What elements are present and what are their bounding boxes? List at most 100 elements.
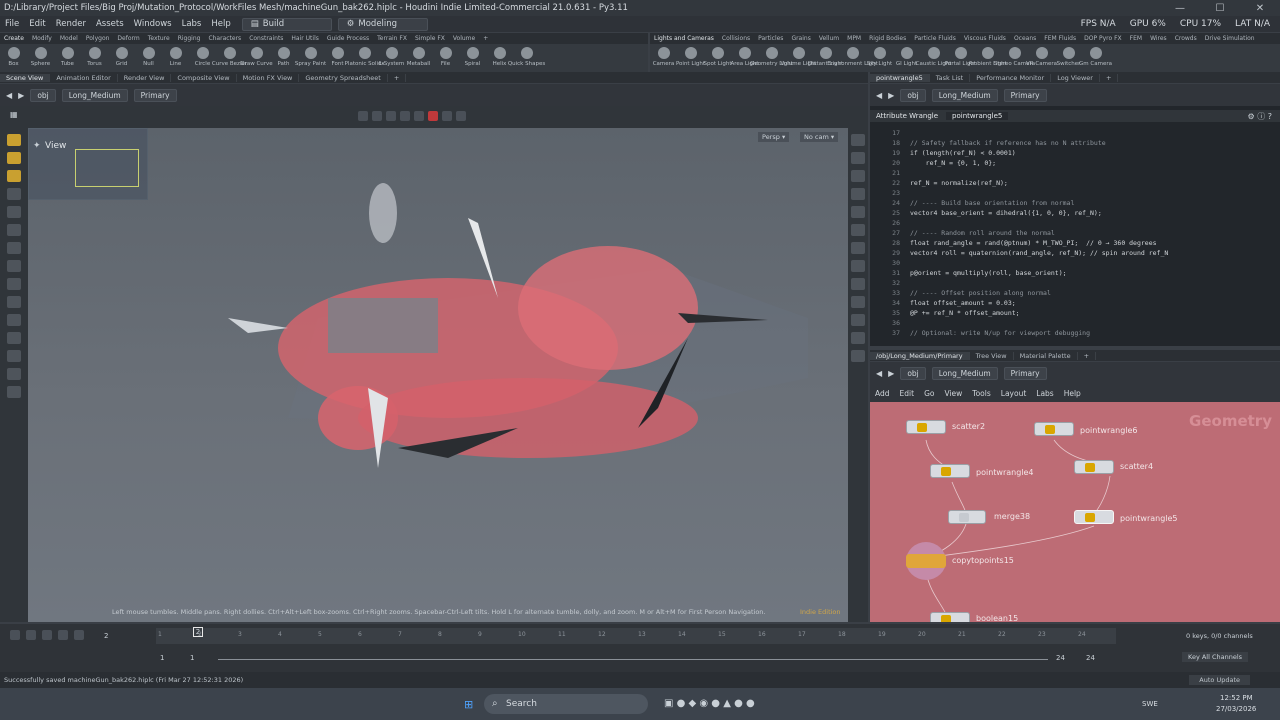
node-pointwrangle5[interactable]	[1074, 510, 1114, 524]
shelf-tab[interactable]: Terrain FX	[373, 35, 411, 42]
menu-assets[interactable]: Assets	[91, 19, 129, 29]
orbit-icon[interactable]	[7, 350, 21, 362]
node-pointwrangle6[interactable]	[1034, 422, 1074, 436]
pane-tab[interactable]: +	[388, 73, 407, 82]
shelf-tab[interactable]: Deform	[113, 35, 143, 42]
shelf-tool[interactable]: Grid	[108, 44, 135, 72]
network-menu-item[interactable]: Tools	[967, 389, 995, 398]
pane-tab[interactable]: Composite View	[171, 73, 237, 82]
network-tab[interactable]: Material Palette	[1014, 351, 1078, 360]
tool-icons[interactable]	[356, 111, 468, 123]
close-button[interactable]: ✕	[1240, 3, 1280, 14]
shelf-tab[interactable]: DOP Pyro FX	[1080, 35, 1126, 42]
current-frame[interactable]: 2	[104, 632, 108, 640]
shelf-tool[interactable]: Gm Camera	[1079, 44, 1112, 72]
network-tab[interactable]: /obj/Long_Medium/Primary	[870, 351, 970, 360]
lasso-icon[interactable]	[7, 170, 21, 182]
forward-icon[interactable]: ▶	[888, 91, 894, 100]
desktop-selector[interactable]: ▤ Build	[241, 17, 332, 31]
pane-tab[interactable]: Motion FX View	[237, 73, 300, 82]
shelf-tool[interactable]: Circle	[189, 44, 216, 72]
network-menu-item[interactable]: Labs	[1031, 389, 1058, 398]
node-pointwrangle4[interactable]	[930, 464, 970, 478]
record-icon[interactable]	[428, 111, 438, 121]
pane-tab[interactable]: Log Viewer	[1051, 73, 1100, 82]
path-obj[interactable]: obj	[900, 88, 926, 102]
camera-icon[interactable]	[456, 111, 466, 121]
network-menu-item[interactable]: Help	[1059, 389, 1086, 398]
shelf-tool[interactable]: Distant Light	[808, 44, 843, 72]
path-geo[interactable]: Long_Medium	[931, 88, 998, 102]
shelf-tool[interactable]: Font	[324, 44, 351, 72]
shelf-tab[interactable]: Grains	[787, 35, 814, 42]
shelf-tool[interactable]: VR Camera	[1026, 44, 1057, 72]
shelf-tab[interactable]: Rigging	[174, 35, 205, 42]
network-menu-item[interactable]: Go	[919, 389, 939, 398]
context-selector[interactable]: ⚙ Modeling	[337, 17, 428, 31]
shelf-tab[interactable]: MPM	[843, 35, 865, 42]
network-tab[interactable]: Tree View	[970, 351, 1014, 360]
shelf-tool[interactable]: Ambient Light	[968, 44, 1007, 72]
shelf-tool[interactable]: L-System	[378, 44, 405, 72]
pane-tab[interactable]: Geometry Spreadsheet	[299, 73, 388, 82]
select-group-icon[interactable]	[7, 152, 21, 164]
shading-icon[interactable]	[851, 170, 865, 182]
wireframe-icon[interactable]	[851, 188, 865, 200]
shelf-tool[interactable]: Quick Shapes	[508, 44, 545, 72]
select-tool-icon[interactable]	[372, 111, 382, 121]
shelf-tool[interactable]: Caustic Light	[916, 44, 951, 72]
display-options-icon[interactable]	[851, 134, 865, 146]
forward-icon[interactable]: ▶	[888, 369, 894, 378]
step-back-icon[interactable]	[26, 630, 36, 640]
shelf-tool[interactable]: Path	[270, 44, 297, 72]
node-merge38[interactable]	[948, 510, 986, 524]
jump-start-icon[interactable]	[10, 630, 20, 640]
shelf-tool[interactable]: Helix	[486, 44, 513, 72]
view-tool-icon[interactable]	[358, 111, 368, 121]
shelf-tool[interactable]: Null	[135, 44, 162, 72]
windows-start-icon[interactable]: ⊞	[464, 698, 473, 711]
pin-icon[interactable]	[7, 224, 21, 236]
shelf-tab[interactable]: Constraints	[245, 35, 287, 42]
network-editor[interactable]: Geometry scatter2 pointwrangle6 pointwra…	[870, 402, 1280, 622]
shelf-tab[interactable]: Polygon	[82, 35, 114, 42]
clock-date[interactable]: 27/03/2026	[1216, 705, 1256, 713]
zoom-icon[interactable]	[7, 332, 21, 344]
shelf-tool[interactable]: Spiral	[459, 44, 486, 72]
shelf-tab[interactable]: FEM	[1126, 35, 1146, 42]
shelf-tab[interactable]: Create	[0, 35, 28, 42]
menu-edit[interactable]: Edit	[24, 19, 50, 29]
points-icon[interactable]	[851, 206, 865, 218]
normals-icon[interactable]	[851, 224, 865, 236]
path-obj[interactable]: obj	[900, 366, 926, 380]
snap-icon[interactable]	[400, 111, 410, 121]
lock-icon[interactable]	[7, 206, 21, 218]
path-geo[interactable]: Long_Medium	[61, 88, 128, 102]
menu-labs[interactable]: Labs	[177, 19, 207, 29]
lights-icon[interactable]	[851, 152, 865, 164]
minimize-button[interactable]: —	[1160, 3, 1200, 14]
stop-icon[interactable]	[42, 630, 52, 640]
back-icon[interactable]: ◀	[6, 91, 12, 100]
shelf-tool[interactable]: GI Light	[893, 44, 920, 72]
shelf-tab[interactable]: Texture	[144, 35, 174, 42]
pane-tab[interactable]: Task List	[930, 73, 971, 82]
play-icon[interactable]	[58, 630, 68, 640]
node-scatter4[interactable]	[1074, 460, 1114, 474]
menu-render[interactable]: Render	[51, 19, 91, 29]
network-menu-item[interactable]: Add	[870, 389, 895, 398]
playhead[interactable]: 2	[193, 627, 203, 637]
frame-ruler[interactable]: 1 2 3 4 5 6 7 8 9 10 11 12 13 14 15 16 17 18 19 20 21 22 23 24	[156, 628, 1116, 644]
shelf-tab[interactable]: FEM Fluids	[1040, 35, 1080, 42]
network-menu-item[interactable]: View	[939, 389, 967, 398]
shelf-tab[interactable]: Lights and Cameras	[650, 35, 718, 42]
shelf-tab[interactable]: Particles	[754, 35, 787, 42]
shelf-tool[interactable]: Stereo Camera	[994, 44, 1035, 72]
clock-time[interactable]: 12:52 PM	[1220, 694, 1253, 702]
range-end-visible[interactable]: 24	[1056, 654, 1065, 662]
menu-file[interactable]: File	[0, 19, 24, 29]
settings-icon[interactable]	[442, 111, 452, 121]
visibility-icon[interactable]	[851, 314, 865, 326]
path-obj[interactable]: obj	[30, 88, 56, 102]
shelf-tool[interactable]: Spray Paint	[295, 44, 326, 72]
